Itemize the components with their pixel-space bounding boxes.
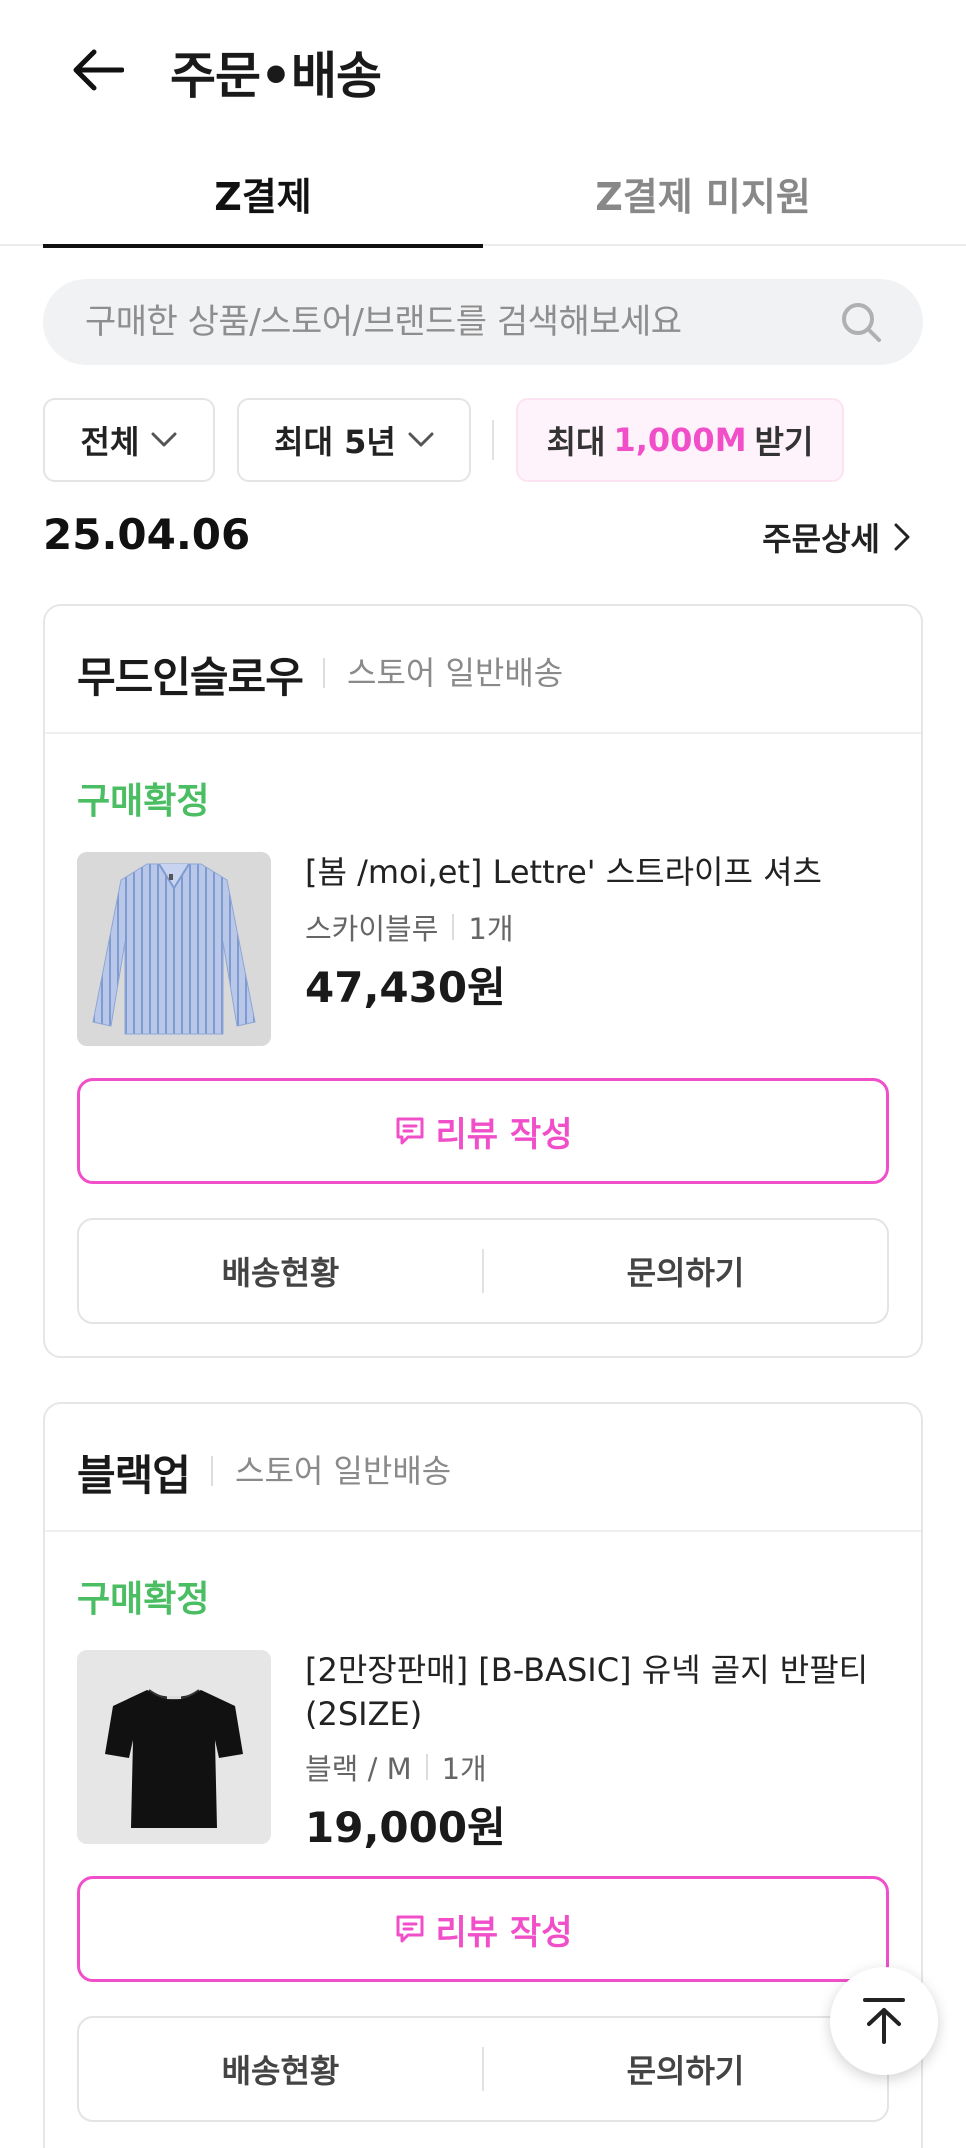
store-separator [211, 1456, 213, 1486]
tshirt-image [77, 1650, 271, 1844]
promo-suffix: 받기 [754, 423, 814, 461]
product-price: 19,000원 [305, 1803, 506, 1852]
shipping-status-button[interactable]: 배송현황 [79, 2046, 482, 2092]
filter-period-label: 최대 5년 [274, 423, 396, 461]
shipping-type: 스토어 일반배송 [347, 654, 564, 692]
filter-all-dropdown[interactable]: 전체 [43, 398, 215, 482]
arrow-left-icon [73, 49, 124, 91]
store-name[interactable]: 블랙업 [77, 1442, 191, 1503]
scroll-to-top-button[interactable] [830, 1967, 938, 2075]
promo-highlight: 1,000M [613, 421, 747, 459]
promo-prefix: 최대 [546, 423, 606, 461]
order-date: 25.04.06 [43, 510, 251, 559]
shirt-image [77, 852, 271, 1046]
product-image[interactable] [77, 1650, 271, 1844]
product-option: 스카이블루 1개 [305, 906, 514, 948]
order-status: 구매확정 [77, 1579, 210, 1620]
option-separator [452, 914, 455, 940]
review-label: 리뷰 작성 [435, 1114, 573, 1155]
card-header: 블랙업 스토어 일반배송 [45, 1404, 921, 1532]
action-button-group: 배송현황 문의하기 [77, 2016, 889, 2122]
quantity: 1개 [441, 1752, 487, 1786]
option-value: 스카이블루 [305, 912, 439, 946]
order-card: 무드인슬로우 스토어 일반배송 구매확정 [봄 /moi,et] Lettre'… [43, 604, 923, 1358]
action-button-group: 배송현황 문의하기 [77, 1218, 889, 1324]
product-name[interactable]: [봄 /moi,et] Lettre' 스트라이프 셔츠 [305, 850, 895, 894]
shipping-type: 스토어 일반배송 [235, 1452, 452, 1490]
search-icon[interactable] [839, 300, 883, 344]
search-placeholder: 구매한 상품/스토어/브랜드를 검색해보세요 [85, 302, 682, 342]
write-review-button[interactable]: 리뷰 작성 [77, 1078, 889, 1184]
store-separator [323, 658, 325, 688]
option-value: 블랙 / M [305, 1752, 412, 1786]
promo-reward-button[interactable]: 최대 1,000M 받기 [516, 398, 844, 482]
order-status: 구매확정 [77, 781, 210, 822]
filter-period-dropdown[interactable]: 최대 5년 [237, 398, 471, 482]
store-name[interactable]: 무드인슬로우 [77, 644, 304, 705]
product-image[interactable] [77, 852, 271, 1046]
order-detail-link[interactable]: 주문상세 [762, 514, 910, 560]
review-label: 리뷰 작성 [435, 1912, 573, 1953]
tab-bar: Z결제 Z결제 미지원 [0, 140, 966, 248]
review-icon [396, 1915, 424, 1943]
product-option: 블랙 / M 1개 [305, 1746, 487, 1788]
card-header: 무드인슬로우 스토어 일반배송 [45, 606, 921, 734]
tab-z-pay-unsupported[interactable]: Z결제 미지원 [483, 140, 923, 246]
write-review-button[interactable]: 리뷰 작성 [77, 1876, 889, 1982]
filter-divider [492, 420, 494, 460]
chevron-right-icon [894, 523, 910, 551]
option-separator [425, 1754, 428, 1780]
inquiry-button[interactable]: 문의하기 [484, 1248, 887, 1294]
chevron-down-icon [151, 432, 177, 447]
chevron-down-icon [408, 432, 434, 447]
product-name[interactable]: [2만장판매] [B-BASIC] 유넥 골지 반팔티 (2SIZE) [305, 1648, 895, 1736]
inquiry-button[interactable]: 문의하기 [484, 2046, 887, 2092]
order-card: 블랙업 스토어 일반배송 구매확정 [2만장판매] [B-BASIC] 유넥 골… [43, 1402, 923, 2148]
filter-all-label: 전체 [80, 423, 140, 461]
back-button[interactable] [62, 40, 132, 100]
product-price: 47,430원 [305, 963, 506, 1012]
quantity: 1개 [468, 912, 514, 946]
header: 주문•배송 [0, 0, 966, 140]
shipping-status-button[interactable]: 배송현황 [79, 1248, 482, 1294]
arrow-up-to-top-icon [863, 1998, 905, 2044]
review-icon [396, 1117, 424, 1145]
order-detail-label: 주문상세 [762, 520, 880, 558]
search-input[interactable]: 구매한 상품/스토어/브랜드를 검색해보세요 [43, 279, 923, 365]
tab-z-pay[interactable]: Z결제 [43, 140, 483, 248]
page-title: 주문•배송 [170, 47, 382, 105]
